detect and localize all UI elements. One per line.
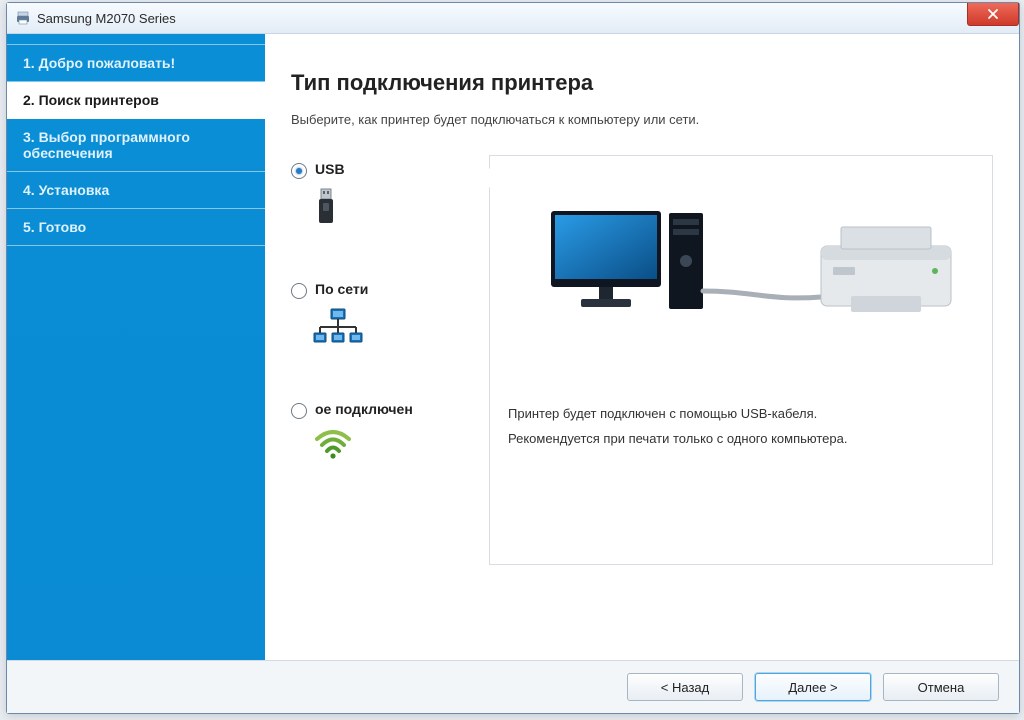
sidebar-step-done[interactable]: 5. Готово xyxy=(7,209,265,246)
back-button[interactable]: < Назад xyxy=(627,673,743,701)
radio-usb[interactable] xyxy=(291,163,307,179)
usb-icon xyxy=(313,187,461,227)
radio-wireless[interactable] xyxy=(291,403,307,419)
sidebar-step-install[interactable]: 4. Установка xyxy=(7,172,265,209)
title-bar: Samsung M2070 Series xyxy=(7,3,1019,34)
sidebar-step-label: 5. Готово xyxy=(23,219,86,235)
cancel-button[interactable]: Отмена xyxy=(883,673,999,701)
options-row: USB xyxy=(291,155,993,565)
page-title: Тип подключения принтера xyxy=(291,70,993,96)
window-title: Samsung M2070 Series xyxy=(37,11,176,26)
option-label: USB xyxy=(315,161,345,177)
preview-illustration xyxy=(508,186,974,366)
sidebar-step-label: 2. Поиск принтеров xyxy=(23,92,159,108)
preview-line-2: Рекомендуется при печати только с одного… xyxy=(508,431,974,446)
printer-icon xyxy=(15,10,31,26)
option-label: ое подключен xyxy=(315,401,413,417)
wifi-icon xyxy=(313,427,461,459)
option-label: По сети xyxy=(315,281,368,297)
preview-panel: Принтер будет подключен с помощью USB-ка… xyxy=(489,155,993,565)
content-area: Тип подключения принтера Выберите, как п… xyxy=(265,34,1019,660)
connection-options: USB xyxy=(291,155,461,565)
option-network[interactable]: По сети xyxy=(291,281,461,347)
option-usb[interactable]: USB xyxy=(291,161,461,227)
sidebar-step-software[interactable]: 3. Выбор программного обеспечения xyxy=(7,119,265,172)
wizard-sidebar: 1. Добро пожаловать! 2. Поиск принтеров … xyxy=(7,34,265,660)
page-subtitle: Выберите, как принтер будет подключаться… xyxy=(291,112,993,127)
sidebar-step-welcome[interactable]: 1. Добро пожаловать! xyxy=(7,44,265,82)
next-button[interactable]: Далее > xyxy=(755,673,871,701)
sidebar-step-label: 1. Добро пожаловать! xyxy=(23,55,175,71)
sidebar-step-search[interactable]: 2. Поиск принтеров xyxy=(7,82,265,119)
sidebar-step-label: 4. Установка xyxy=(23,182,109,198)
preview-description: Принтер будет подключен с помощью USB-ка… xyxy=(508,396,974,456)
installer-window: Samsung M2070 Series 1. Добро пожаловать… xyxy=(6,2,1020,714)
close-button[interactable] xyxy=(967,3,1019,26)
wizard-footer: < Назад Далее > Отмена xyxy=(7,660,1019,713)
network-icon xyxy=(313,307,461,347)
window-controls xyxy=(968,3,1019,26)
sidebar-step-label: 3. Выбор программного обеспечения xyxy=(23,129,190,161)
radio-network[interactable] xyxy=(291,283,307,299)
option-wireless[interactable]: ое подключен xyxy=(291,401,461,459)
body: 1. Добро пожаловать! 2. Поиск принтеров … xyxy=(7,34,1019,660)
preview-line-1: Принтер будет подключен с помощью USB-ка… xyxy=(508,406,974,421)
